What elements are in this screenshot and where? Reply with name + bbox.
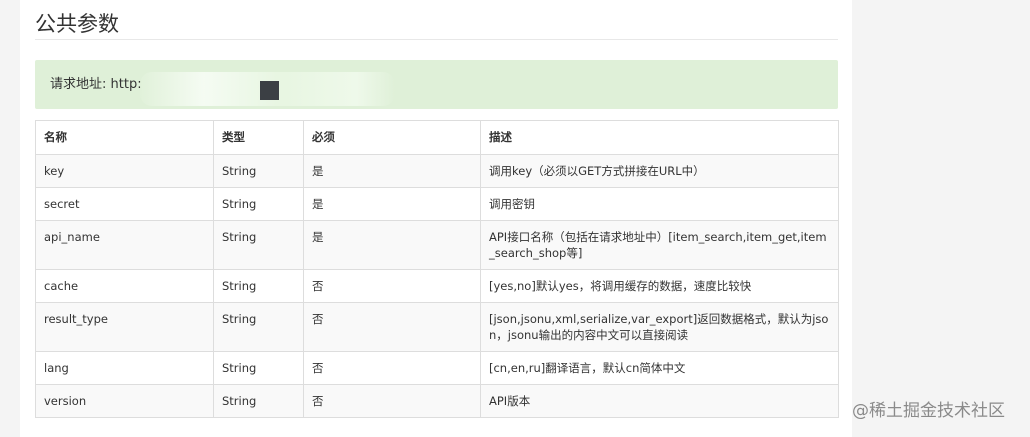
param-type: String bbox=[213, 220, 304, 270]
param-type: String bbox=[213, 302, 304, 352]
param-description: 调用key（必须以GET方式拼接在URL中） bbox=[480, 154, 839, 188]
params-table: 名称 类型 必须 描述 key String 是 调用key（必须以GET方式拼… bbox=[35, 120, 839, 418]
param-name: api_name bbox=[35, 220, 214, 270]
param-description: [cn,en,ru]翻译语言，默认cn简体中文 bbox=[480, 351, 839, 385]
param-description: [yes,no]默认yes，将调用缓存的数据，速度比较快 bbox=[480, 269, 839, 303]
param-required: 是 bbox=[303, 220, 481, 270]
table-row: key String 是 调用key（必须以GET方式拼接在URL中） bbox=[35, 154, 839, 188]
table-row: result_type String 否 [json,jsonu,xml,ser… bbox=[35, 302, 839, 352]
param-required: 是 bbox=[303, 154, 481, 188]
param-description: 调用密钥 bbox=[480, 187, 839, 221]
request-address-box: 请求地址: http: bbox=[35, 60, 838, 109]
param-required: 否 bbox=[303, 302, 481, 352]
param-type: String bbox=[213, 187, 304, 221]
table-header-row: 名称 类型 必须 描述 bbox=[35, 120, 839, 155]
param-type: String bbox=[213, 269, 304, 303]
table-row: lang String 否 [cn,en,ru]翻译语言，默认cn简体中文 bbox=[35, 351, 839, 385]
param-name: cache bbox=[35, 269, 214, 303]
param-type: String bbox=[213, 384, 304, 418]
watermark-text: @稀土掘金技术社区 bbox=[852, 401, 1005, 421]
param-name: key bbox=[35, 154, 214, 188]
param-name: lang bbox=[35, 351, 214, 385]
table-row: secret String 是 调用密钥 bbox=[35, 187, 839, 221]
param-description: [json,jsonu,xml,serialize,var_export]返回数… bbox=[480, 302, 839, 352]
param-name: result_type bbox=[35, 302, 214, 352]
table-row: version String 否 API版本 bbox=[35, 384, 839, 418]
param-required: 否 bbox=[303, 351, 481, 385]
header-required: 必须 bbox=[303, 120, 481, 155]
section-title: 公共参数 bbox=[35, 12, 119, 36]
request-address-label: 请求地址: http: bbox=[50, 77, 142, 92]
param-name: version bbox=[35, 384, 214, 418]
header-type: 类型 bbox=[213, 120, 304, 155]
param-required: 否 bbox=[303, 384, 481, 418]
param-required: 是 bbox=[303, 187, 481, 221]
param-type: String bbox=[213, 154, 304, 188]
header-description: 描述 bbox=[480, 120, 839, 155]
param-name: secret bbox=[35, 187, 214, 221]
header-name: 名称 bbox=[35, 120, 214, 155]
param-description: API版本 bbox=[480, 384, 839, 418]
title-divider bbox=[35, 39, 838, 40]
table-row: cache String 否 [yes,no]默认yes，将调用缓存的数据，速度… bbox=[35, 269, 839, 303]
table-row: api_name String 是 API接口名称（包括在请求地址中）[item… bbox=[35, 220, 839, 270]
param-type: String bbox=[213, 351, 304, 385]
redaction-block bbox=[260, 81, 279, 100]
param-description: API接口名称（包括在请求地址中）[item_search,item_get,i… bbox=[480, 220, 839, 270]
param-required: 否 bbox=[303, 269, 481, 303]
